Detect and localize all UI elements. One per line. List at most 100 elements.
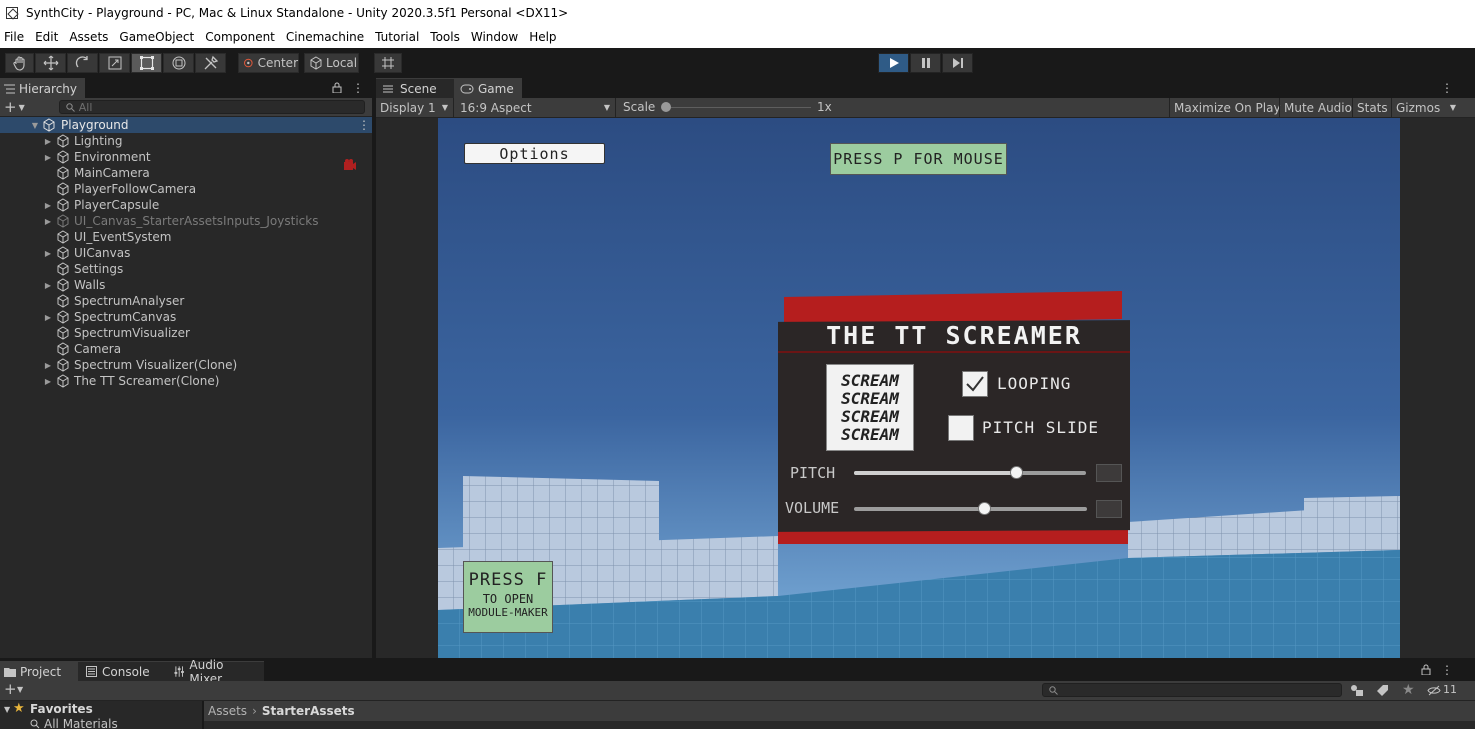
filter-by-type-icon[interactable] — [1350, 684, 1364, 697]
create-plus-icon[interactable]: + — [4, 98, 17, 116]
expand-arrow-icon[interactable]: ▶ — [43, 201, 53, 210]
hierarchy-row[interactable]: ▶ Environment — [0, 149, 372, 165]
project-create-arrow-icon[interactable]: ▼ — [17, 685, 23, 694]
menu-edit[interactable]: Edit — [31, 30, 62, 44]
tab-project[interactable]: Project — [0, 661, 78, 681]
rotate-tool-icon[interactable] — [67, 53, 98, 73]
move-tool-icon[interactable] — [35, 53, 66, 73]
menu-assets[interactable]: Assets — [65, 30, 112, 44]
hierarchy-row[interactable]: Camera — [0, 341, 372, 357]
breadcrumb-assets[interactable]: Assets — [208, 704, 247, 718]
lock-icon[interactable] — [332, 82, 342, 93]
rect-tool-icon[interactable] — [131, 53, 162, 73]
pivot-toggle-button[interactable]: Center — [238, 53, 299, 73]
play-button[interactable] — [878, 53, 909, 73]
snap-settings-icon[interactable] — [374, 53, 402, 73]
tab-console[interactable]: Console — [78, 661, 166, 681]
scene-root-row[interactable]: ▼ Playground ⋮ — [0, 117, 372, 133]
hierarchy-row[interactable]: PlayerFollowCamera — [0, 181, 372, 197]
hierarchy-row[interactable]: UI_EventSystem — [0, 229, 372, 245]
menu-component[interactable]: Component — [201, 30, 279, 44]
tab-game[interactable]: Game — [454, 78, 522, 98]
unity-logo-icon — [6, 7, 18, 19]
menu-file[interactable]: File — [0, 30, 28, 44]
pitch-slide-checkbox[interactable] — [948, 415, 974, 441]
custom-tools-icon[interactable] — [195, 53, 226, 73]
menu-tools[interactable]: Tools — [426, 30, 464, 44]
looping-checkbox[interactable] — [962, 371, 988, 397]
hidden-packages-icon[interactable] — [1427, 685, 1441, 696]
hierarchy-row[interactable]: ▶ UICanvas — [0, 245, 372, 261]
options-button[interactable]: Options — [464, 143, 605, 164]
favorites-arrow-icon[interactable]: ▼ — [4, 705, 10, 714]
gizmos-dropdown[interactable]: Gizmos ▼ — [1391, 98, 1461, 117]
breadcrumb-starterassets[interactable]: StarterAssets — [262, 704, 355, 718]
game-tab-header: Scene Game ⋮ — [376, 78, 1475, 98]
hierarchy-row[interactable]: ▶ UI_Canvas_StarterAssetsInputs_Joysticks — [0, 213, 372, 229]
hierarchy-row[interactable]: ▶ Walls — [0, 277, 372, 293]
volume-slider-track[interactable] — [854, 507, 1087, 511]
expand-arrow-icon[interactable]: ▶ — [43, 153, 53, 162]
scene-kebab-icon[interactable]: ⋮ — [358, 118, 370, 132]
scale-slider-thumb[interactable] — [661, 102, 671, 112]
menu-window[interactable]: Window — [467, 30, 522, 44]
menu-help[interactable]: Help — [525, 30, 560, 44]
project-create-plus-icon[interactable]: + — [4, 680, 17, 698]
project-lock-icon[interactable] — [1421, 664, 1431, 675]
expand-arrow-icon[interactable]: ▶ — [43, 377, 53, 386]
hierarchy-row[interactable]: ▶ Lighting — [0, 133, 372, 149]
favorites-label[interactable]: Favorites — [30, 702, 93, 716]
scream-sample-image[interactable]: SCREAM SCREAM SCREAM SCREAM — [826, 364, 914, 451]
expand-arrow-icon[interactable]: ▶ — [43, 281, 53, 290]
scream-word-2: SCREAM — [841, 388, 899, 408]
expand-arrow-icon[interactable]: ▼ — [30, 121, 40, 130]
hierarchy-row[interactable]: ▶ PlayerCapsule — [0, 197, 372, 213]
hierarchy-row[interactable]: SpectrumVisualizer — [0, 325, 372, 341]
game-kebab-icon[interactable]: ⋮ — [1441, 81, 1453, 95]
hierarchy-row[interactable]: MainCamera — [0, 165, 372, 181]
hierarchy-row[interactable]: ▶ The TT Screamer(Clone) — [0, 373, 372, 389]
aspect-dropdown[interactable]: 16:9 Aspect ▼ — [456, 98, 616, 117]
tab-scene[interactable]: Scene — [376, 78, 454, 98]
kebab-menu-icon[interactable]: ⋮ — [352, 81, 364, 95]
menu-cinemachine[interactable]: Cinemachine — [282, 30, 368, 44]
all-materials-item[interactable]: All Materials — [44, 717, 118, 729]
hierarchy-row[interactable]: ▶ SpectrumCanvas — [0, 309, 372, 325]
step-button[interactable] — [942, 53, 973, 73]
pivot-label: Center — [257, 56, 298, 70]
tab-hierarchy[interactable]: Hierarchy — [0, 78, 86, 98]
scale-tool-icon[interactable] — [99, 53, 130, 73]
favorite-star-icon[interactable]: ★ — [1402, 682, 1415, 698]
hierarchy-row[interactable]: SpectrumAnalyser — [0, 293, 372, 309]
project-kebab-icon[interactable]: ⋮ — [1441, 663, 1453, 677]
dropdown-arrow-icon[interactable]: ▼ — [19, 103, 25, 112]
tab-audio-mixer[interactable]: Audio Mixer — [166, 658, 264, 686]
expand-arrow-icon[interactable]: ▶ — [43, 217, 53, 226]
filter-by-label-icon[interactable] — [1376, 684, 1389, 697]
project-search-input[interactable] — [1042, 683, 1342, 697]
unity-scene-icon — [43, 118, 55, 132]
display-dropdown[interactable]: Display 1 ▼ — [376, 98, 454, 117]
game-tab-label: Game — [478, 81, 514, 96]
hand-tool-icon[interactable] — [5, 53, 34, 73]
expand-arrow-icon[interactable]: ▶ — [43, 361, 53, 370]
expand-arrow-icon[interactable]: ▶ — [43, 313, 53, 322]
pause-button[interactable] — [910, 53, 941, 73]
mute-audio-toggle[interactable]: Mute Audio — [1279, 98, 1356, 117]
stats-toggle[interactable]: Stats — [1352, 98, 1392, 117]
hierarchy-item-label: SpectrumAnalyser — [74, 294, 185, 308]
hierarchy-search-input[interactable]: All — [58, 100, 365, 114]
hierarchy-row[interactable]: Settings — [0, 261, 372, 277]
maximize-on-play-toggle[interactable]: Maximize On Play — [1169, 98, 1285, 117]
game-view[interactable]: Options PRESS P FOR MOUSE PRESS F TO OPE… — [438, 118, 1400, 658]
menu-gameobject[interactable]: GameObject — [115, 30, 198, 44]
expand-arrow-icon[interactable]: ▶ — [43, 137, 53, 146]
transform-tool-icon[interactable] — [163, 53, 194, 73]
space-toggle-button[interactable]: Local — [304, 53, 359, 73]
hierarchy-row[interactable]: ▶ Spectrum Visualizer(Clone) — [0, 357, 372, 373]
expand-arrow-icon[interactable]: ▶ — [43, 249, 53, 258]
scream-word-3: SCREAM — [841, 406, 899, 426]
menu-tutorial[interactable]: Tutorial — [371, 30, 423, 44]
gameobject-cube-icon — [57, 150, 69, 164]
scale-slider-track[interactable] — [665, 107, 811, 108]
